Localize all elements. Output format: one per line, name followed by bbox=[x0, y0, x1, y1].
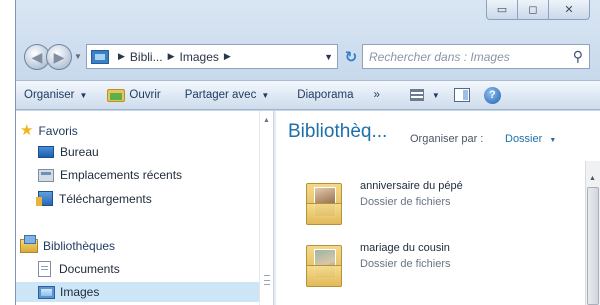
file-type: Dossier de fichiers bbox=[360, 258, 451, 270]
nav-item-label: Bureau bbox=[60, 145, 99, 159]
nav-favorites[interactable]: ★ Favoris bbox=[20, 123, 78, 138]
folder-front-shape bbox=[306, 203, 342, 225]
star-icon: ★ bbox=[20, 122, 34, 139]
arrow-right-icon: ▶ bbox=[53, 48, 65, 65]
help-icon: ? bbox=[483, 86, 501, 104]
breadcrumb-libraries[interactable]: Bibli... bbox=[130, 50, 163, 64]
arrange-by-label: Organiser par : bbox=[410, 133, 484, 145]
slideshow-label: Diaporama bbox=[297, 89, 354, 101]
forward-button[interactable]: ▶ bbox=[46, 44, 72, 70]
explorer-window: ▭ ◻ ✕ ◀ ▶ ▼ ▶ Bibli... ▶ Images ▶ ▼ ↻ Re… bbox=[15, 0, 600, 305]
downloads-icon bbox=[36, 191, 53, 206]
preview-pane-icon bbox=[453, 88, 470, 102]
more-commands-button[interactable]: » bbox=[374, 89, 380, 101]
caption-buttons: ▭ ◻ ✕ bbox=[486, 0, 590, 20]
nav-item-label: Téléchargements bbox=[59, 191, 152, 206]
minimize-button[interactable]: ▭ bbox=[486, 0, 518, 20]
nav-item-label: Images bbox=[60, 285, 100, 299]
scroll-up-arrow-icon[interactable]: ▲ bbox=[263, 117, 270, 124]
search-icon[interactable]: ⚲ bbox=[573, 48, 583, 65]
file-name: mariage du cousin bbox=[360, 242, 450, 254]
list-item[interactable]: mariage du cousin Dossier de fichiers bbox=[296, 237, 566, 293]
organize-menu[interactable]: Organiser ▼ bbox=[24, 89, 87, 101]
library-title: Bibliothèq... bbox=[288, 121, 388, 142]
folder-icon bbox=[306, 175, 342, 225]
share-label: Partager avec bbox=[184, 89, 257, 101]
documents-icon bbox=[38, 261, 51, 277]
pictures-icon bbox=[38, 285, 55, 299]
open-label: Ouvrir bbox=[129, 89, 161, 101]
scrollbar-thumb[interactable] bbox=[587, 187, 599, 305]
open-button[interactable]: Ouvrir bbox=[107, 88, 161, 102]
nav-scrollbar[interactable]: ▲ bbox=[259, 111, 273, 305]
scroll-grip-icon[interactable] bbox=[264, 275, 270, 285]
open-icon bbox=[107, 88, 126, 102]
chevron-down-icon: ▼ bbox=[79, 90, 88, 100]
nav-favorites-label: Favoris bbox=[38, 123, 78, 138]
nav-item-downloads[interactable]: Téléchargements bbox=[36, 191, 152, 206]
refresh-icon: ↻ bbox=[344, 48, 358, 66]
close-icon: ✕ bbox=[564, 4, 574, 16]
arrange-by-value: Dossier bbox=[505, 133, 543, 145]
views-icon bbox=[409, 89, 424, 101]
more-label: » bbox=[373, 89, 380, 101]
breadcrumb-separator-icon[interactable]: ▶ bbox=[224, 51, 231, 62]
preview-pane-button[interactable] bbox=[453, 88, 470, 102]
organize-label: Organiser bbox=[24, 89, 75, 101]
navigation-row: ◀ ▶ ▼ ▶ Bibli... ▶ Images ▶ ▼ ↻ Recherch… bbox=[16, 38, 600, 72]
list-item[interactable]: anniversaire du pépé Dossier de fichiers bbox=[296, 175, 566, 231]
navigation-pane: ★ Favoris Bureau Emplacements récents Té… bbox=[16, 111, 274, 305]
scroll-up-arrow-icon[interactable]: ▲ bbox=[589, 175, 596, 182]
file-list-scrollbar[interactable]: ▲ bbox=[585, 161, 600, 305]
help-button[interactable]: ? bbox=[483, 86, 501, 104]
breadcrumb-separator-icon[interactable]: ▶ bbox=[118, 51, 125, 62]
maximize-icon: ◻ bbox=[528, 4, 538, 16]
nav-item-bureau[interactable]: Bureau bbox=[38, 145, 99, 159]
recent-pages-dropdown[interactable]: ▼ bbox=[74, 52, 82, 61]
search-placeholder: Rechercher dans : Images bbox=[369, 49, 510, 64]
nav-item-documents[interactable]: Documents bbox=[38, 261, 120, 277]
breadcrumb-separator-icon[interactable]: ▶ bbox=[168, 51, 175, 62]
libraries-icon bbox=[20, 235, 38, 253]
maximize-button[interactable]: ◻ bbox=[517, 0, 549, 20]
nav-item-images[interactable]: Images bbox=[16, 282, 259, 302]
chevron-down-icon: ▼ bbox=[431, 90, 440, 100]
chevron-down-icon: ▼ bbox=[549, 137, 557, 144]
close-button[interactable]: ✕ bbox=[548, 0, 590, 20]
slideshow-button[interactable]: Diaporama bbox=[297, 89, 353, 101]
breadcrumb-images[interactable]: Images bbox=[180, 50, 219, 64]
refresh-button[interactable]: ↻ bbox=[340, 44, 362, 69]
file-list-pane: Bibliothèq... Organiser par : Dossier ▼ … bbox=[276, 111, 600, 305]
arrow-left-icon: ◀ bbox=[31, 48, 43, 65]
nav-item-recent-places[interactable]: Emplacements récents bbox=[38, 168, 182, 182]
nav-libraries[interactable]: Bibliothèques bbox=[20, 235, 116, 253]
nav-libraries-label: Bibliothèques bbox=[43, 239, 116, 253]
library-address-icon bbox=[91, 49, 109, 64]
address-bar[interactable]: ▶ Bibli... ▶ Images ▶ ▼ bbox=[86, 44, 338, 69]
recent-places-icon bbox=[38, 168, 54, 182]
nav-item-label: Documents bbox=[59, 262, 120, 276]
file-type: Dossier de fichiers bbox=[360, 196, 451, 208]
change-view-button[interactable]: ▼ bbox=[409, 89, 440, 101]
command-bar: Organiser ▼ Ouvrir Partager avec ▼ Diapo… bbox=[16, 80, 600, 110]
desktop-icon bbox=[38, 146, 54, 158]
file-name: anniversaire du pépé bbox=[360, 180, 463, 192]
nav-item-label: Emplacements récents bbox=[60, 168, 183, 182]
address-dropdown-icon[interactable]: ▼ bbox=[324, 52, 333, 62]
search-input[interactable]: Rechercher dans : Images ⚲ bbox=[362, 44, 590, 69]
content-area: ★ Favoris Bureau Emplacements récents Té… bbox=[16, 111, 600, 305]
arrange-by-dropdown[interactable]: Dossier ▼ bbox=[505, 133, 556, 145]
folder-front-shape bbox=[306, 265, 342, 287]
minimize-icon: ▭ bbox=[496, 4, 508, 16]
folder-icon bbox=[306, 237, 342, 287]
share-menu[interactable]: Partager avec ▼ bbox=[185, 89, 270, 101]
chevron-down-icon: ▼ bbox=[261, 90, 270, 100]
